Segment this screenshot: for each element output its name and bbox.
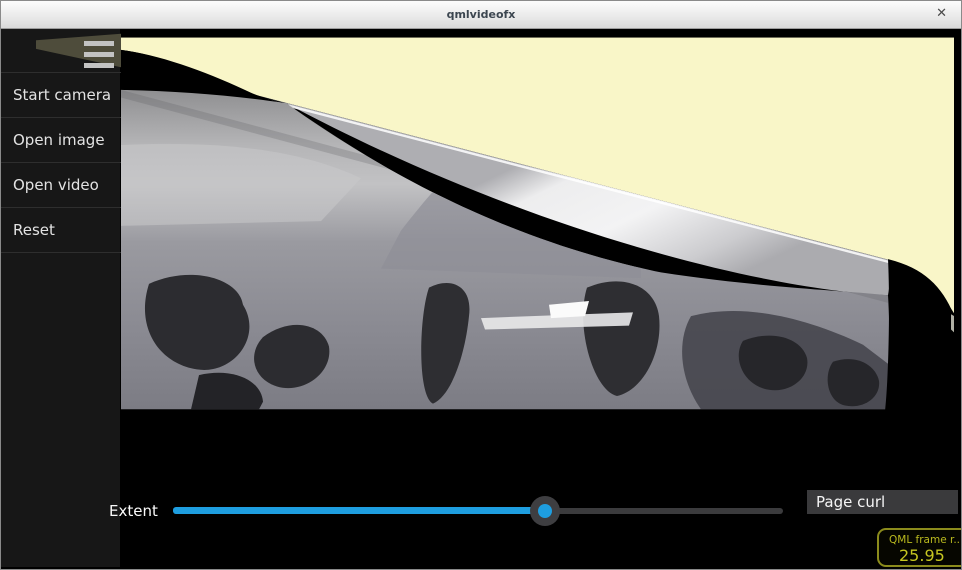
close-icon[interactable]: ✕ — [932, 1, 951, 28]
slider-handle[interactable] — [530, 496, 560, 526]
app-window: qmlvideofx ✕ — [0, 0, 962, 570]
fps-panel: QML frame r... 25.95 — [877, 528, 962, 567]
extent-slider[interactable] — [173, 496, 783, 526]
fps-value: 25.95 — [899, 546, 962, 565]
page-curl-button[interactable]: Page curl — [807, 490, 958, 514]
sidebar-item-open-video[interactable]: Open video — [1, 163, 121, 208]
window-titlebar: qmlvideofx ✕ — [1, 1, 961, 29]
extent-slider-label: Extent — [109, 502, 158, 520]
sidebar-menu: Start camera Open image Open video Reset — [1, 72, 121, 253]
fps-label: QML frame r... — [889, 534, 962, 546]
menu-icon[interactable] — [84, 41, 114, 74]
slider-handle-dot — [538, 504, 552, 518]
slider-fill — [173, 507, 545, 514]
sidebar-item-reset[interactable]: Reset — [1, 208, 121, 253]
app-area: Start camera Open image Open video Reset… — [1, 29, 962, 569]
video-effect-surface — [1, 29, 962, 570]
sidebar-item-open-image[interactable]: Open image — [1, 118, 121, 163]
window-title: qmlvideofx — [1, 1, 961, 28]
sidebar: Start camera Open image Open video Reset — [1, 29, 121, 567]
sidebar-item-start-camera[interactable]: Start camera — [1, 73, 121, 118]
